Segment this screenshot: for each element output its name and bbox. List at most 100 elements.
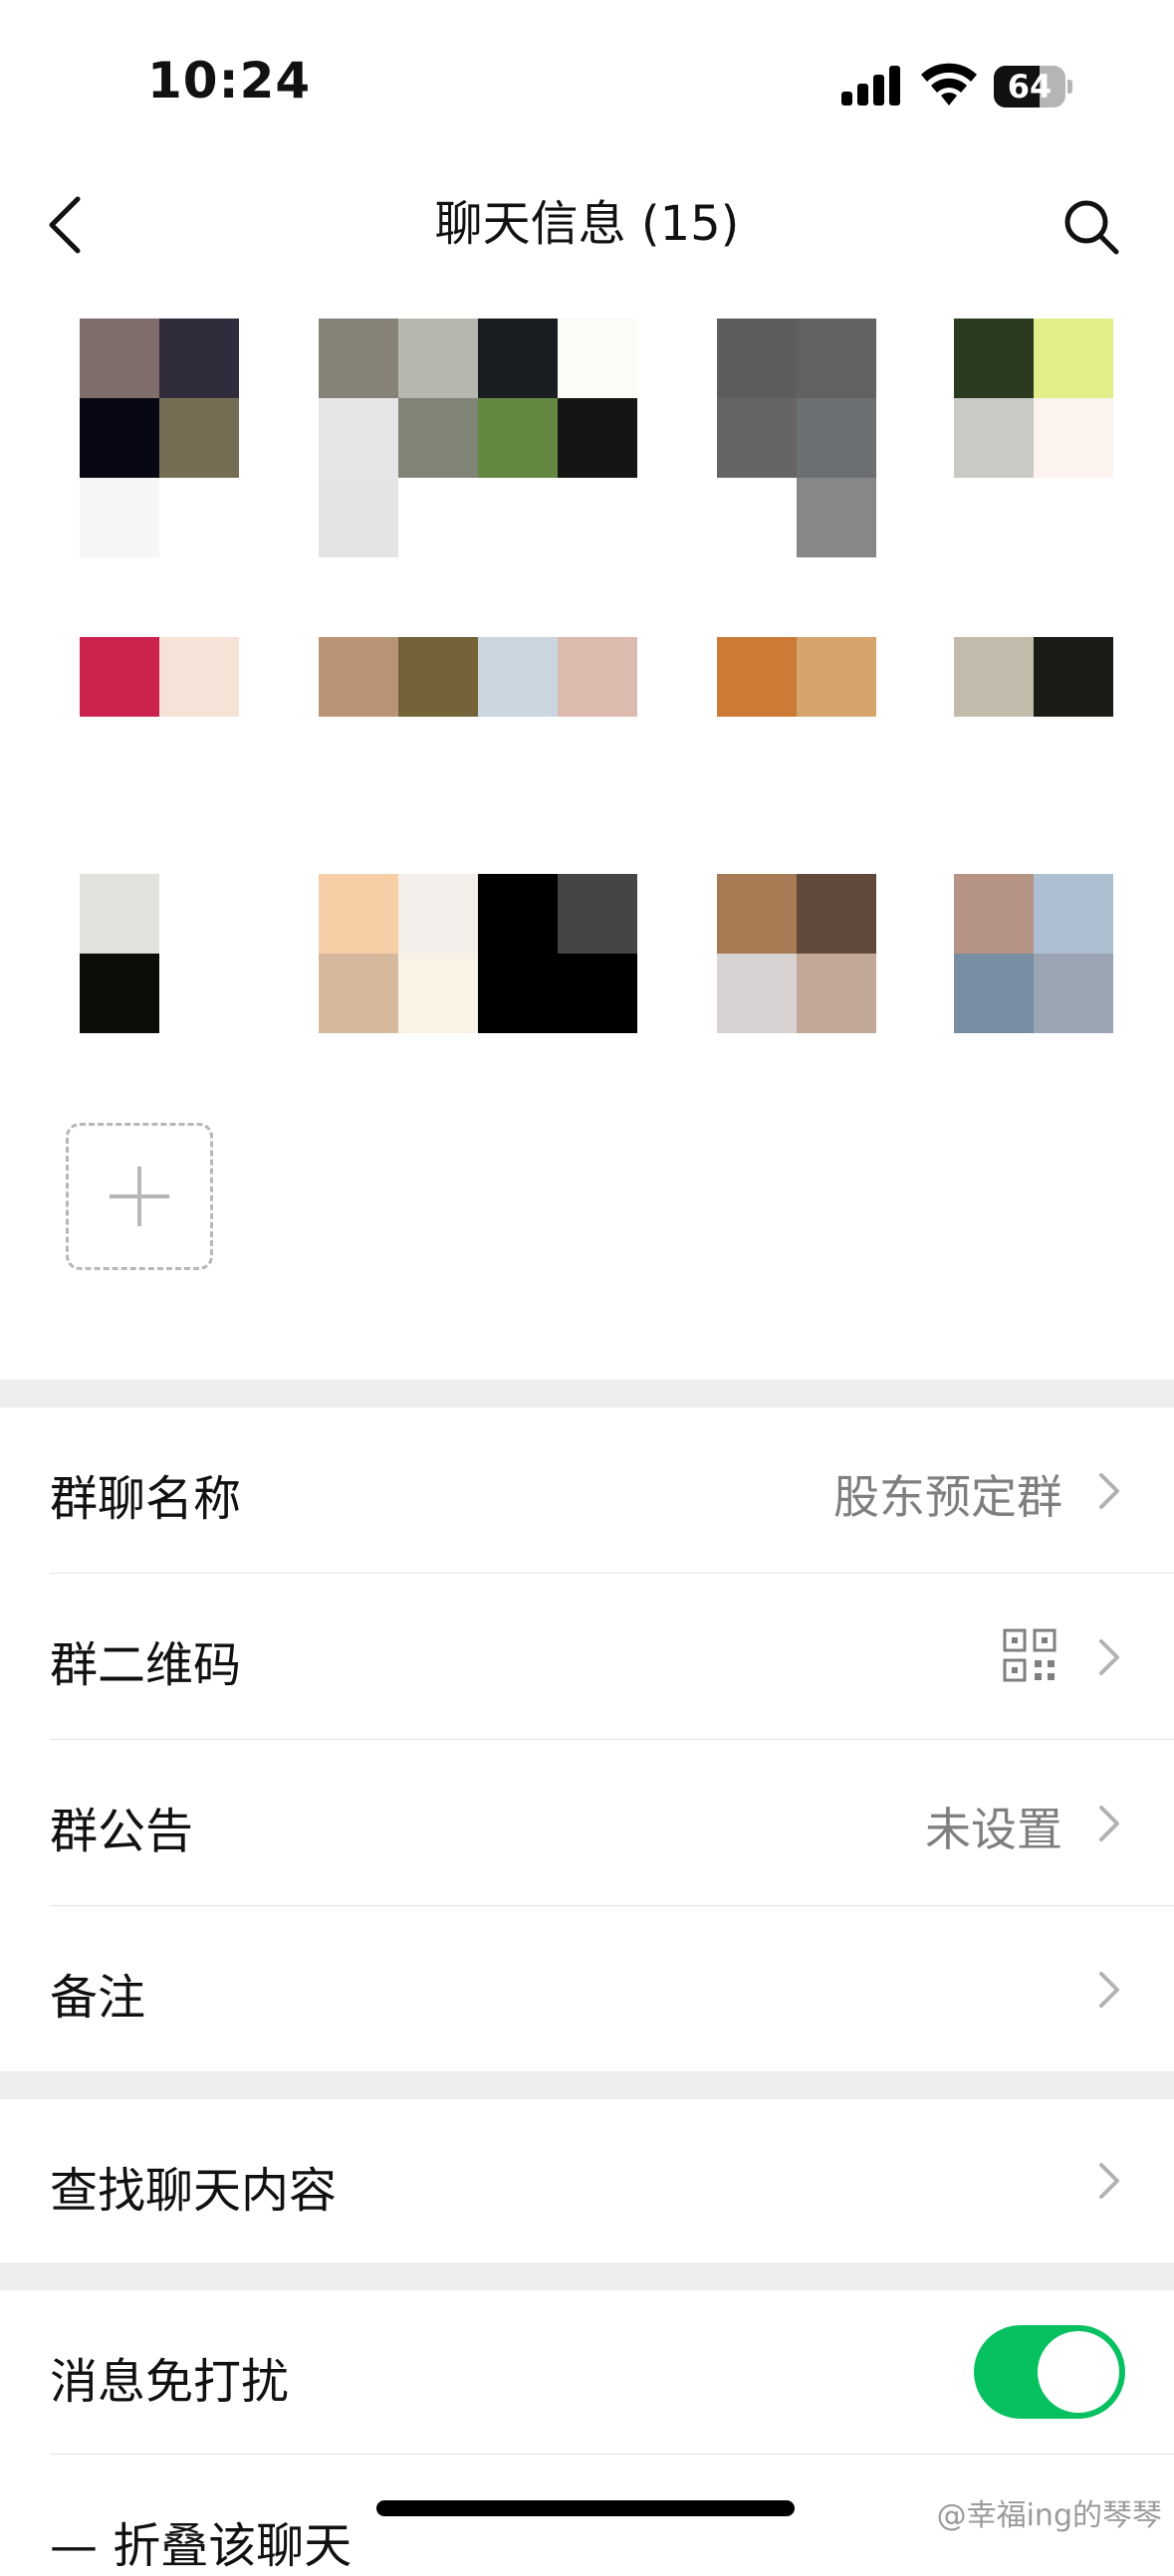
chevron-right-icon	[1099, 1639, 1119, 1675]
search-icon[interactable]	[1061, 197, 1121, 257]
avatar-tile	[797, 954, 876, 1033]
avatar-tile	[558, 637, 637, 717]
avatar-tile	[797, 874, 876, 954]
avatar-tile	[319, 874, 398, 954]
member-avatar[interactable]	[80, 319, 239, 557]
avatar-tile	[159, 319, 239, 398]
home-indicator[interactable]	[376, 2500, 795, 2516]
avatar-tile	[717, 954, 797, 1033]
wifi-icon	[921, 63, 977, 106]
group-name-label: 群聊名称	[50, 1471, 242, 1527]
remark-label: 备注	[50, 1970, 146, 2026]
status-bar: 10:24 64	[0, 0, 1174, 169]
add-member-button[interactable]	[66, 1123, 213, 1270]
member-avatar[interactable]	[954, 637, 1113, 876]
avatar-tile	[797, 478, 876, 557]
avatar-tile	[1034, 319, 1113, 398]
avatar-tile	[80, 478, 159, 557]
group-qr-row[interactable]: 群二维码	[0, 1574, 1174, 1739]
mute-label: 消息免打扰	[50, 2354, 290, 2410]
cellular-signal-icon	[841, 66, 903, 106]
avatar-tile	[398, 319, 478, 398]
search-chat-label: 查找聊天内容	[50, 2163, 338, 2219]
group-name-value: 股东预定群	[833, 1470, 1062, 1524]
avatar-tile	[1034, 398, 1113, 478]
chevron-right-icon	[1099, 2163, 1119, 2199]
member-avatar[interactable]	[319, 319, 637, 557]
remark-row[interactable]: 备注	[0, 1906, 1174, 2071]
section-divider	[0, 2071, 1174, 2099]
group-qr-label: 群二维码	[50, 1637, 242, 1693]
avatar-tile	[398, 637, 478, 717]
status-time: 10:24	[147, 52, 312, 109]
fold-chat-label[interactable]: — 折叠该聊天	[50, 2506, 352, 2576]
chevron-right-icon	[1099, 1806, 1119, 1841]
avatar-tile	[319, 398, 398, 478]
member-avatar[interactable]	[80, 637, 239, 876]
avatar-tile	[319, 954, 398, 1033]
avatar-tile	[954, 954, 1034, 1033]
avatar-tile	[159, 637, 239, 717]
avatar-tile	[717, 874, 797, 954]
avatar-tile	[717, 319, 797, 398]
avatar-tile	[558, 319, 637, 398]
group-name-row[interactable]: 群聊名称 股东预定群	[0, 1407, 1174, 1573]
avatar-tile	[1034, 874, 1113, 954]
avatar-tile	[319, 478, 398, 557]
member-avatar[interactable]	[319, 874, 637, 1113]
member-avatar[interactable]	[717, 319, 876, 557]
avatar-tile	[398, 874, 478, 954]
page-title: 聊天信息 (15)	[434, 196, 740, 252]
chevron-right-icon	[1099, 1972, 1119, 2008]
watermark: @幸福ing的琴琴	[936, 2498, 1162, 2533]
avatar-tile	[159, 398, 239, 478]
avatar-tile	[478, 319, 558, 398]
avatar-tile	[1034, 954, 1113, 1033]
avatar-tile	[80, 874, 159, 954]
toggle-knob	[1038, 2331, 1119, 2413]
avatar-tile	[558, 874, 637, 954]
avatar-tile	[954, 874, 1034, 954]
avatar-tile	[319, 319, 398, 398]
avatar-tile	[319, 637, 398, 717]
avatar-tile	[1034, 637, 1113, 717]
avatar-tile	[954, 319, 1034, 398]
avatar-tile	[398, 398, 478, 478]
section-divider	[0, 1380, 1174, 1407]
avatar-tile	[797, 319, 876, 398]
member-avatar[interactable]	[954, 874, 1113, 1113]
member-avatar[interactable]	[319, 637, 637, 876]
member-avatar[interactable]	[717, 874, 876, 1113]
announcement-row[interactable]: 群公告 未设置	[0, 1740, 1174, 1905]
avatar-tile	[478, 954, 558, 1033]
avatar-tile	[80, 637, 159, 717]
announcement-value: 未设置	[925, 1803, 1062, 1856]
section-divider	[0, 2262, 1174, 2290]
row-separator	[50, 2454, 1174, 2455]
avatar-tile	[797, 398, 876, 478]
announcement-label: 群公告	[50, 1804, 194, 1859]
qr-code-icon	[1003, 1628, 1057, 1682]
member-avatar[interactable]	[717, 637, 876, 876]
avatar-tile	[478, 874, 558, 954]
avatar-tile	[398, 954, 478, 1033]
avatar-tile	[954, 637, 1034, 717]
search-chat-row[interactable]: 查找聊天内容	[0, 2099, 1174, 2262]
avatar-tile	[954, 398, 1034, 478]
avatar-tile	[478, 637, 558, 717]
battery-icon: 64	[994, 66, 1073, 107]
battery-level-text: 64	[1007, 68, 1053, 106]
avatar-tile	[80, 319, 159, 398]
avatar-tile	[80, 398, 159, 478]
avatar-tile	[558, 954, 637, 1033]
avatar-tile	[478, 398, 558, 478]
chevron-right-icon	[1099, 1473, 1119, 1509]
mute-toggle[interactable]	[974, 2325, 1125, 2419]
member-avatar[interactable]	[80, 874, 239, 1113]
avatar-tile	[797, 637, 876, 717]
avatar-tile	[80, 954, 159, 1033]
avatar-tile	[558, 398, 637, 478]
member-avatar[interactable]	[954, 319, 1113, 557]
avatar-tile	[717, 637, 797, 717]
avatar-tile	[717, 398, 797, 478]
